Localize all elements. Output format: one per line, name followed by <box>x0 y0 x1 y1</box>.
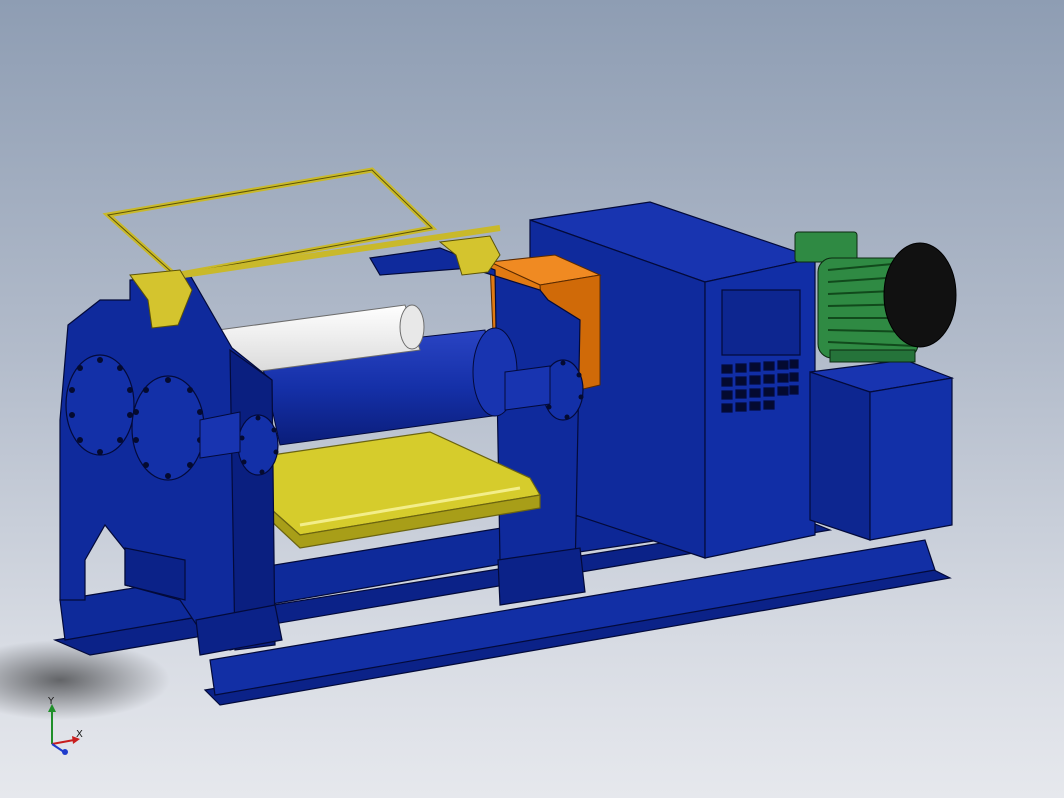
graphics-viewport[interactable]: Y X <box>0 0 1064 798</box>
center-bearing-cover <box>131 375 205 481</box>
x-axis-line <box>51 739 75 745</box>
left-bearing-cover <box>65 354 135 456</box>
front-roll-end-flange <box>237 414 279 476</box>
z-axis-tip <box>62 749 68 755</box>
electric-motor <box>794 231 957 363</box>
two-roll-mill-model[interactable] <box>0 0 1064 798</box>
cabinet-panel <box>721 289 801 356</box>
y-axis-label: Y <box>47 696 55 707</box>
motor-base <box>809 359 955 541</box>
motor-end-cap <box>883 242 957 348</box>
coordinate-triad: Y X <box>47 696 83 755</box>
z-axis-line <box>51 743 65 753</box>
x-axis-label: X <box>76 729 83 740</box>
